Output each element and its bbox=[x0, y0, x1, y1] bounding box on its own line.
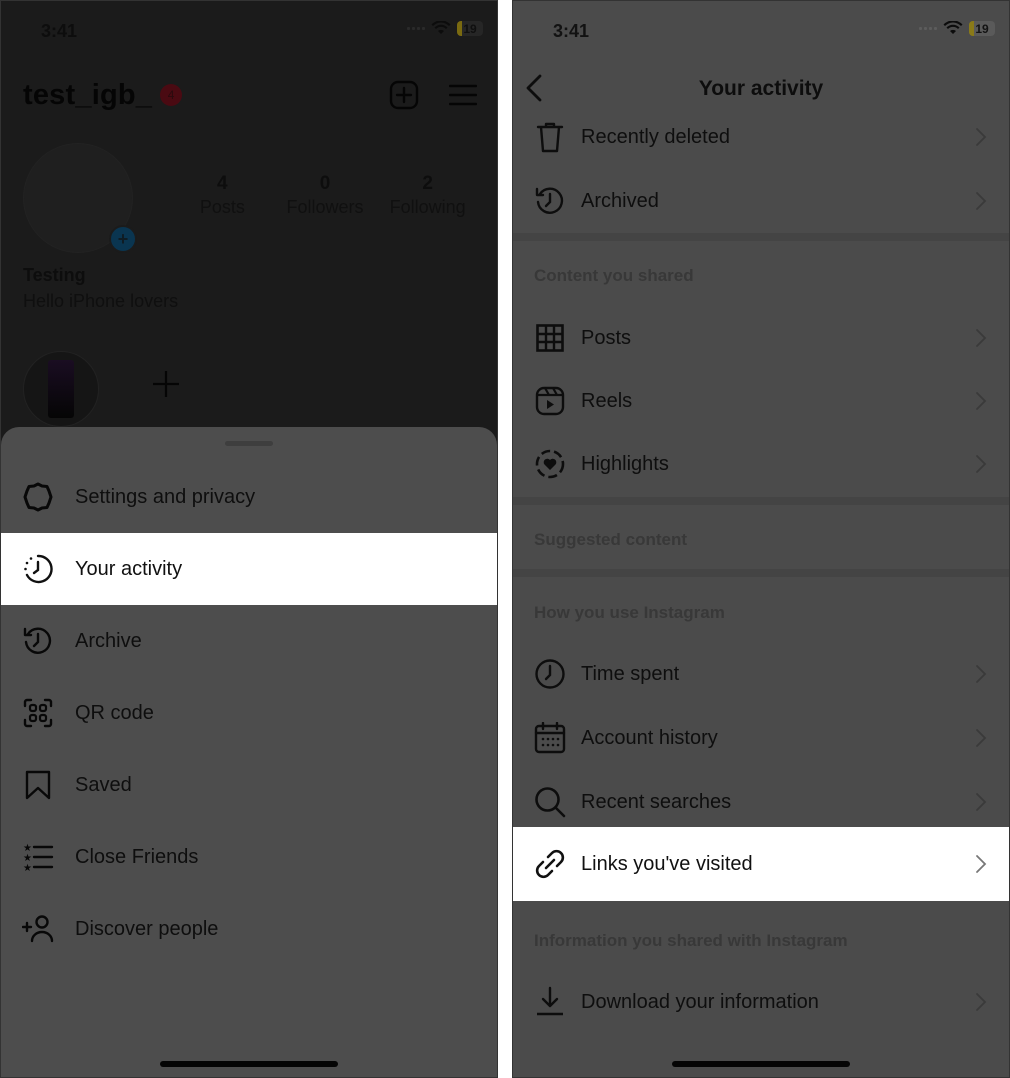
home-indicator[interactable] bbox=[160, 1061, 338, 1067]
chevron-right-icon bbox=[976, 665, 987, 683]
section-heading: Content you shared bbox=[534, 266, 694, 285]
chevron-right-icon bbox=[976, 855, 987, 873]
archive-icon bbox=[533, 184, 567, 218]
profile-screen: 3:41 19 test_igb_ 4 + 4 Posts 0 Follower… bbox=[0, 0, 498, 1078]
link-icon bbox=[533, 847, 567, 881]
stat-followers[interactable]: 0 Followers bbox=[274, 173, 377, 218]
menu-item-archive[interactable]: Archive bbox=[1, 605, 497, 677]
chevron-right-icon bbox=[976, 729, 987, 747]
status-bar: 3:41 19 bbox=[513, 1, 1009, 61]
plus-icon bbox=[153, 371, 179, 397]
profile-header: test_igb_ 4 bbox=[23, 73, 477, 117]
row-reels[interactable]: Reels bbox=[513, 369, 1009, 433]
username[interactable]: test_igb_ bbox=[23, 79, 152, 112]
home-indicator[interactable] bbox=[672, 1061, 850, 1067]
calendar-icon bbox=[533, 721, 567, 755]
section-divider bbox=[513, 569, 1009, 577]
profile-stats: 4 Posts 0 Followers 2 Following bbox=[171, 173, 479, 218]
bottom-sheet-menu: Settings and privacy Your activity Archi… bbox=[1, 427, 497, 1077]
row-time-spent[interactable]: Time spent bbox=[513, 642, 1009, 706]
menu-item-close-friends[interactable]: ★ ★ ★ Close Friends bbox=[1, 821, 497, 893]
new-highlight-button[interactable] bbox=[151, 369, 181, 404]
highlights-icon bbox=[533, 447, 567, 481]
section-divider bbox=[513, 233, 1009, 241]
wifi-icon bbox=[943, 21, 963, 34]
add-story-icon[interactable]: + bbox=[109, 225, 137, 253]
page-title: Your activity bbox=[698, 77, 824, 100]
hamburger-icon bbox=[449, 84, 477, 106]
trash-icon bbox=[533, 120, 567, 154]
story-highlight[interactable] bbox=[23, 351, 99, 427]
row-recently-deleted[interactable]: Recently deleted bbox=[513, 105, 1009, 169]
row-links-visited[interactable]: Links you've visited bbox=[513, 827, 1009, 901]
qr-code-icon bbox=[21, 696, 55, 730]
chevron-right-icon bbox=[976, 392, 987, 410]
section-divider bbox=[513, 497, 1009, 505]
create-post-button[interactable] bbox=[389, 80, 419, 110]
notification-badge: 4 bbox=[160, 84, 183, 106]
chevron-right-icon bbox=[976, 329, 987, 347]
download-icon bbox=[533, 985, 567, 1019]
row-recent-searches[interactable]: Recent searches bbox=[513, 770, 1009, 834]
profile-bio: Hello iPhone lovers bbox=[23, 291, 179, 311]
status-bar: 3:41 19 bbox=[1, 1, 497, 61]
menu-button[interactable] bbox=[449, 83, 477, 107]
chevron-right-icon bbox=[976, 455, 987, 473]
chevron-right-icon bbox=[976, 128, 987, 146]
close-friends-icon: ★ ★ ★ bbox=[21, 840, 55, 874]
stat-following[interactable]: 2 Following bbox=[376, 173, 479, 218]
profile-name: Testing bbox=[23, 265, 86, 285]
row-archived[interactable]: Archived bbox=[513, 169, 1009, 233]
menu-item-saved[interactable]: Saved bbox=[1, 749, 497, 821]
profile-avatar[interactable]: + bbox=[23, 143, 137, 257]
chevron-right-icon bbox=[976, 192, 987, 210]
archive-icon bbox=[21, 624, 55, 658]
menu-item-settings[interactable]: Settings and privacy bbox=[1, 461, 497, 533]
row-account-history[interactable]: Account history bbox=[513, 706, 1009, 770]
section-heading: Information you shared with Instagram bbox=[534, 931, 848, 950]
menu-item-qr-code[interactable]: QR code bbox=[1, 677, 497, 749]
activity-icon bbox=[21, 552, 55, 586]
row-highlights[interactable]: Highlights bbox=[513, 432, 1009, 496]
sheet-grabber[interactable] bbox=[225, 441, 273, 446]
battery-indicator: 19 bbox=[457, 21, 483, 36]
plus-square-icon bbox=[389, 80, 419, 110]
status-time: 3:41 bbox=[553, 21, 590, 41]
clock-icon bbox=[533, 657, 567, 691]
section-heading: How you use Instagram bbox=[534, 603, 725, 622]
gear-icon bbox=[21, 480, 55, 514]
reels-icon bbox=[533, 384, 567, 418]
svg-text:★: ★ bbox=[23, 863, 32, 873]
battery-indicator: 19 bbox=[969, 21, 995, 36]
your-activity-screen: 3:41 19 Your activity Recently deleted A… bbox=[512, 0, 1010, 1078]
menu-item-your-activity[interactable]: Your activity bbox=[1, 533, 497, 605]
search-icon bbox=[533, 785, 567, 819]
section-heading-suggested[interactable]: Suggested content bbox=[534, 530, 687, 550]
cellular-signal-icon bbox=[407, 27, 425, 30]
row-download-info[interactable]: Download your information bbox=[513, 970, 1009, 1034]
grid-icon bbox=[533, 321, 567, 355]
menu-item-discover-people[interactable]: Discover people bbox=[1, 893, 497, 965]
wifi-icon bbox=[431, 21, 451, 34]
row-posts[interactable]: Posts bbox=[513, 306, 1009, 370]
bookmark-icon bbox=[21, 768, 55, 802]
add-person-icon bbox=[21, 912, 55, 946]
chevron-right-icon bbox=[976, 793, 987, 811]
chevron-right-icon bbox=[976, 993, 987, 1011]
cellular-signal-icon bbox=[919, 27, 937, 30]
stat-posts[interactable]: 4 Posts bbox=[171, 173, 274, 218]
highlight-thumbnail bbox=[48, 360, 74, 418]
status-time: 3:41 bbox=[41, 21, 78, 41]
